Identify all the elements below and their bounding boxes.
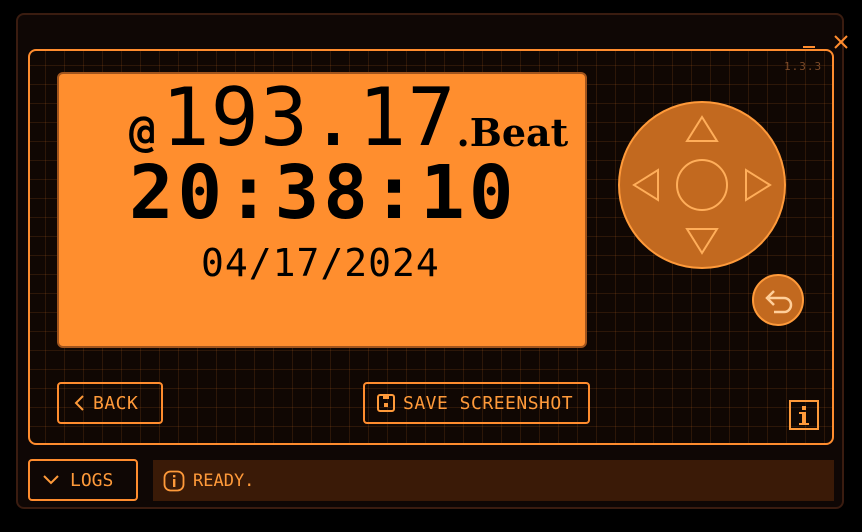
- center-button-icon[interactable]: [676, 159, 728, 211]
- logs-button[interactable]: LOGS: [28, 459, 138, 501]
- beat-value: 193.17: [161, 71, 457, 164]
- save-screenshot-button[interactable]: SAVE SCREENSHOT: [363, 382, 590, 424]
- arrow-left-icon[interactable]: [632, 168, 659, 202]
- arrow-right-icon[interactable]: [745, 168, 772, 202]
- clock-date: 04/17/2024: [201, 241, 440, 285]
- close-icon[interactable]: [832, 33, 850, 51]
- return-icon: [765, 290, 793, 314]
- beat-unit: .Beat: [456, 110, 569, 155]
- status-text: READY.: [193, 470, 255, 491]
- beat-time: @ 193.17 .Beat: [129, 78, 568, 158]
- info-circle-icon: [163, 470, 185, 491]
- main-panel: 1.3.3 @ 193.17 .Beat 20:38:10 04/17/2024…: [28, 49, 834, 445]
- chevron-down-icon: [43, 475, 59, 485]
- save-button-label: SAVE SCREENSHOT: [403, 392, 574, 414]
- info-icon[interactable]: [787, 398, 821, 432]
- back-button-label: BACK: [93, 392, 139, 414]
- floppy-icon: [377, 394, 395, 412]
- arrow-up-icon[interactable]: [685, 115, 719, 142]
- dpad: [618, 101, 786, 269]
- status-bar: READY.: [153, 460, 834, 501]
- chevron-left-icon: [74, 395, 84, 411]
- version-label: 1.3.3: [784, 60, 823, 73]
- arrow-down-icon[interactable]: [685, 228, 719, 255]
- return-button[interactable]: [752, 274, 804, 326]
- clock-time: 20:38:10: [129, 150, 518, 236]
- beat-prefix: @: [129, 106, 156, 157]
- back-button[interactable]: BACK: [57, 382, 163, 424]
- lcd-display: @ 193.17 .Beat 20:38:10 04/17/2024: [57, 72, 587, 348]
- logs-button-label: LOGS: [70, 469, 114, 491]
